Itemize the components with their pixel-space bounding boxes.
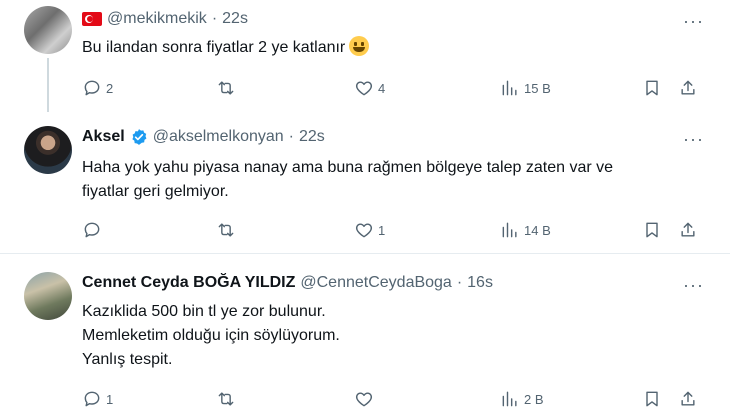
bookmark-button[interactable] bbox=[642, 387, 662, 411]
tweet-actions: 2 4 15 B bbox=[82, 76, 712, 100]
retweet-button[interactable] bbox=[216, 76, 240, 100]
timestamp[interactable]: 16s bbox=[467, 274, 493, 292]
share-button[interactable] bbox=[678, 76, 698, 100]
tweet-text: Bu ilandan sonra fiyatlar 2 ye katlanır bbox=[82, 36, 702, 60]
reply-count: 1 bbox=[106, 391, 114, 407]
tweet-actions: 1 14 B bbox=[82, 218, 712, 242]
tweet-3[interactable]: Cennet Ceyda BOĞA YILDIZ @CennetCeydaBog… bbox=[0, 254, 730, 420]
tweet-text-line: Haha yok yahu piyasa nanay ama buna rağm… bbox=[82, 159, 614, 176]
tweet-header: Aksel @akselmelkonyan · 22s bbox=[82, 128, 325, 146]
reply-icon bbox=[84, 391, 100, 407]
verified-badge-icon bbox=[132, 129, 147, 145]
share-button[interactable] bbox=[678, 218, 698, 242]
more-options-icon[interactable]: ··· bbox=[683, 130, 704, 148]
tweet-header: Cennet Ceyda BOĞA YILDIZ @CennetCeydaBog… bbox=[82, 274, 493, 292]
like-count: 4 bbox=[378, 80, 386, 96]
user-handle[interactable]: @mekikmekik bbox=[107, 10, 207, 28]
heart-icon bbox=[355, 223, 373, 238]
views-count: 15 B bbox=[524, 80, 551, 96]
tweet-text-line: Memleketim olduğu için söylüyorum. bbox=[82, 327, 340, 344]
retweet-button[interactable] bbox=[216, 218, 240, 242]
views-button[interactable]: 2 B bbox=[500, 387, 544, 411]
like-button[interactable] bbox=[354, 387, 378, 411]
views-button[interactable]: 15 B bbox=[500, 76, 551, 100]
retweet-button[interactable] bbox=[216, 387, 240, 411]
display-name[interactable]: Aksel bbox=[82, 128, 125, 146]
heart-icon bbox=[355, 81, 373, 96]
tweet-text-line: Yanlış tespit. bbox=[82, 351, 173, 368]
reply-button[interactable] bbox=[82, 218, 106, 242]
user-handle[interactable]: @akselmelkonyan bbox=[153, 128, 284, 146]
tweet-actions: 1 2 B bbox=[82, 387, 712, 411]
share-icon bbox=[681, 391, 695, 406]
separator-dot: · bbox=[288, 128, 294, 145]
reply-icon bbox=[84, 80, 100, 96]
timestamp[interactable]: 22s bbox=[222, 10, 248, 28]
tweet-header: @mekikmekik · 22s bbox=[82, 10, 248, 28]
like-button[interactable]: 4 bbox=[354, 76, 385, 100]
views-chart-icon bbox=[502, 391, 517, 407]
bookmark-button[interactable] bbox=[642, 76, 662, 100]
display-name[interactable]: Cennet Ceyda BOĞA YILDIZ bbox=[82, 274, 295, 292]
share-icon bbox=[681, 80, 695, 95]
bookmark-icon bbox=[646, 391, 658, 407]
separator-dot: · bbox=[211, 10, 218, 27]
views-count: 2 B bbox=[524, 391, 544, 407]
retweet-icon bbox=[218, 81, 234, 95]
thread-line bbox=[47, 58, 49, 112]
retweet-icon bbox=[218, 223, 234, 237]
turkey-flag-icon bbox=[82, 12, 102, 26]
tweet-2[interactable]: Aksel @akselmelkonyan · 22s ··· Haha yok… bbox=[0, 112, 730, 254]
avatar[interactable] bbox=[24, 6, 72, 54]
tweet-text-line: Kazıklida 500 bin tl ye zor bulunur. bbox=[82, 303, 326, 320]
heart-icon bbox=[355, 392, 373, 407]
reply-button[interactable]: 1 bbox=[82, 387, 113, 411]
views-chart-icon bbox=[502, 80, 517, 96]
tweet-text-line: fiyatlar geri gelmiyor. bbox=[82, 183, 229, 200]
more-options-icon[interactable]: ··· bbox=[683, 12, 704, 30]
tweet-text: Haha yok yahu piyasa nanay ama buna rağm… bbox=[82, 156, 702, 204]
share-icon bbox=[681, 222, 695, 237]
retweet-icon bbox=[218, 392, 234, 406]
share-button[interactable] bbox=[678, 387, 698, 411]
reply-count: 2 bbox=[106, 80, 114, 96]
tweet-text: Kazıklida 500 bin tl ye zor bulunur. Mem… bbox=[82, 300, 702, 372]
more-options-icon[interactable]: ··· bbox=[683, 276, 704, 294]
views-count: 14 B bbox=[524, 222, 551, 238]
views-button[interactable]: 14 B bbox=[500, 218, 551, 242]
avatar[interactable] bbox=[24, 126, 72, 174]
like-button[interactable]: 1 bbox=[354, 218, 385, 242]
bookmark-icon bbox=[646, 80, 658, 96]
reply-icon bbox=[84, 222, 100, 238]
separator-dot: · bbox=[456, 274, 463, 291]
avatar[interactable] bbox=[24, 272, 72, 320]
user-handle[interactable]: @CennetCeydaBoga bbox=[300, 274, 451, 292]
grinning-face-icon bbox=[349, 36, 370, 56]
reply-button[interactable]: 2 bbox=[82, 76, 113, 100]
bookmark-icon bbox=[646, 222, 658, 238]
bookmark-button[interactable] bbox=[642, 218, 662, 242]
like-count: 1 bbox=[378, 222, 386, 238]
views-chart-icon bbox=[502, 222, 517, 238]
tweet-1[interactable]: @mekikmekik · 22s ··· Bu ilandan sonra f… bbox=[0, 0, 730, 112]
timestamp[interactable]: 22s bbox=[299, 128, 325, 146]
tweet-text-line: Bu ilandan sonra fiyatlar 2 ye katlanır bbox=[82, 39, 346, 56]
